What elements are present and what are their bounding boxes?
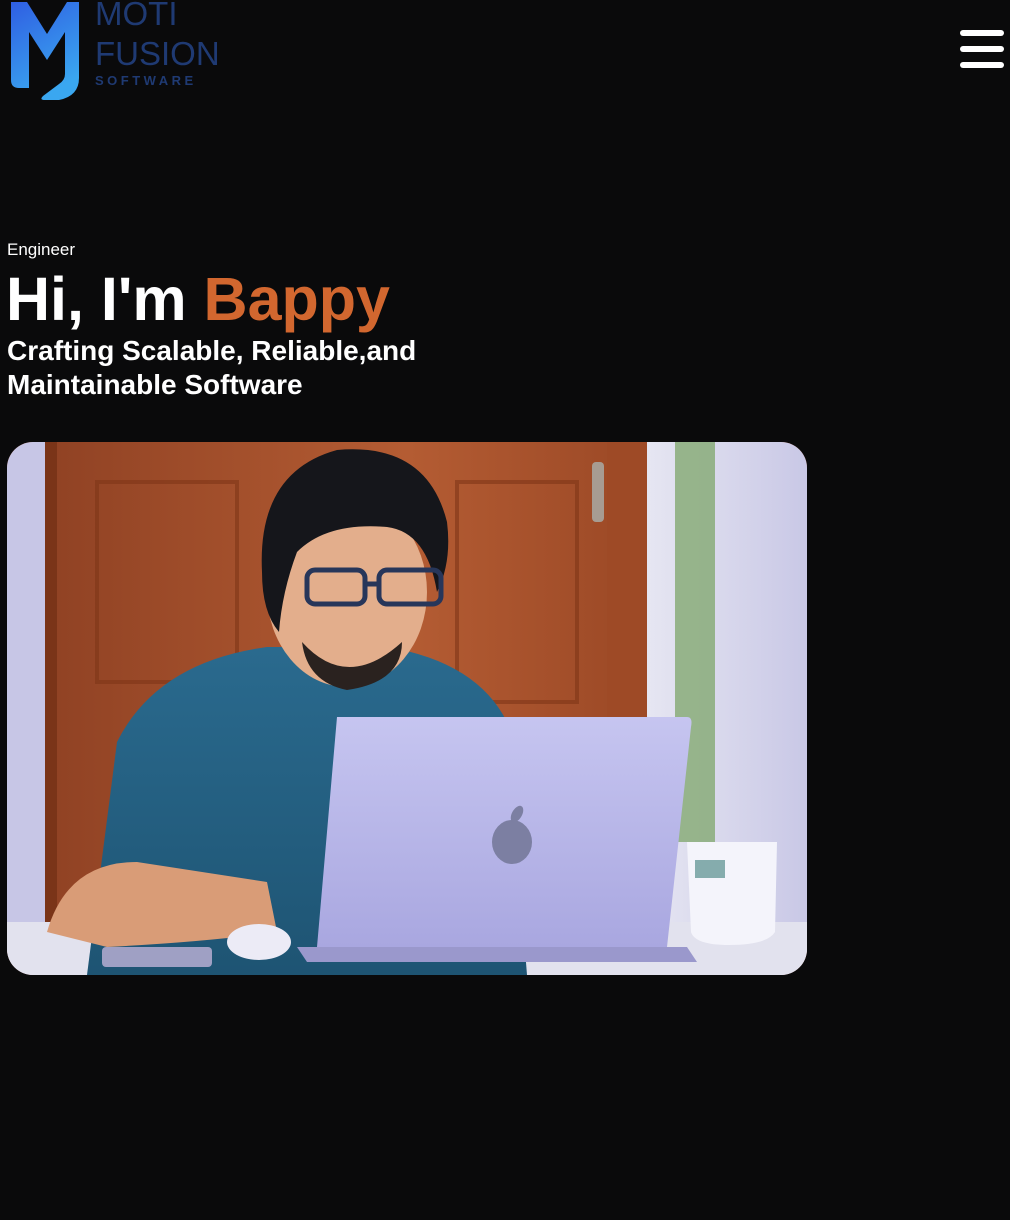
logo-wordmark-line1: MOTI <box>95 0 178 32</box>
hero-name: Bappy <box>203 265 390 333</box>
hero-greeting: Hi, I'm <box>6 265 187 333</box>
menu-bar-bottom <box>960 62 1004 68</box>
hamburger-menu-button[interactable] <box>958 28 1006 72</box>
role-label: Engineer <box>7 240 76 259</box>
menu-bar-top <box>960 30 1004 36</box>
menu-bar-middle <box>960 46 1004 52</box>
m-monogram-logo-icon <box>11 2 79 100</box>
logo-wordmark-line2: FUSION <box>95 35 220 72</box>
logo-wordmark-line3: SOFTWARE <box>95 73 197 88</box>
hero-headline: Hi, I'm Bappy <box>6 262 390 336</box>
brand-logo[interactable]: MOTI FUSION SOFTWARE <box>7 0 220 104</box>
hero-tagline: Crafting Scalable, Reliable,and Maintain… <box>7 335 417 400</box>
hero-photo <box>7 442 807 975</box>
page: MOTI FUSION SOFTWARE Engineer Hi, I'm Ba… <box>0 0 1010 1220</box>
developer-at-laptop-photo-icon <box>7 442 807 975</box>
